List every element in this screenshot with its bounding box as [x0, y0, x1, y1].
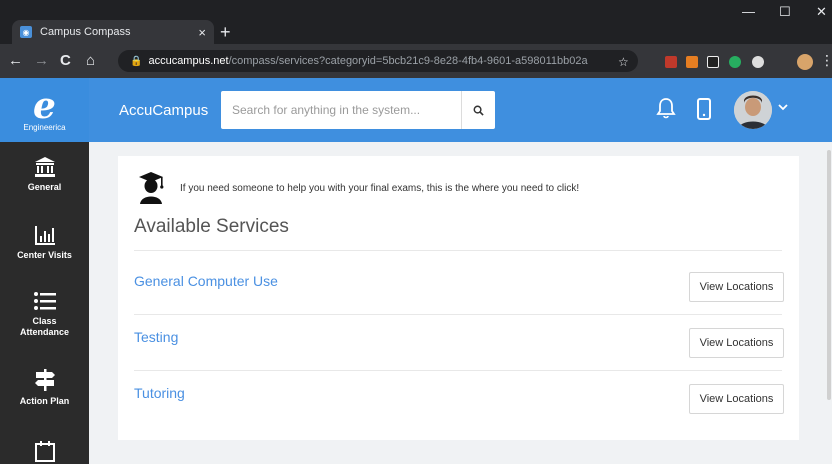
sidebar-item-label: Class Attendance	[19, 316, 69, 337]
sidebar-item-label: Center Visits	[17, 250, 72, 260]
address-bar[interactable]: 🔒 accucampus.net/compass/services?catego…	[118, 50, 638, 72]
search-icon	[473, 105, 484, 116]
graduation-cap-icon	[139, 172, 164, 204]
search-button[interactable]	[461, 91, 495, 129]
scrollbar-thumb[interactable]	[827, 150, 831, 400]
brand-name[interactable]: AccuCampus	[119, 102, 208, 119]
search-input[interactable]	[221, 91, 461, 129]
browser-toolbar: ← → C ⌂ 🔒 accucampus.net/compass/service…	[0, 44, 832, 78]
extension-icon[interactable]	[686, 56, 698, 68]
plus-extension-icon[interactable]	[707, 56, 719, 68]
tab-title: Campus Compass	[40, 26, 131, 38]
back-icon[interactable]: ←	[8, 52, 23, 69]
sidebar-item-label: General	[27, 182, 62, 192]
logo[interactable]: e Engineerica	[0, 78, 89, 142]
divider	[134, 250, 782, 251]
mobile-icon[interactable]	[697, 98, 711, 120]
calendar-icon	[34, 441, 55, 462]
list-icon	[33, 292, 56, 310]
browser-tab[interactable]: ◉ Campus Compass ×	[12, 20, 214, 44]
logo-text: Engineerica	[23, 122, 66, 132]
view-locations-button[interactable]: View Locations	[689, 328, 784, 358]
notice-text: If you need someone to help you with you…	[180, 183, 580, 194]
new-tab-icon[interactable]: +	[220, 22, 231, 42]
sidebar: e Engineerica General Center Visits Clas…	[0, 78, 89, 464]
url-path: /compass/services?categoryid=5bcb21c9-8e…	[228, 55, 588, 67]
bar-chart-icon	[34, 226, 55, 245]
sidebar-item-label: Action Plan	[19, 396, 70, 406]
service-link-tutoring[interactable]: Tutoring	[134, 385, 185, 401]
service-link-general-computer-use[interactable]: General Computer Use	[134, 273, 278, 289]
view-locations-button[interactable]: View Locations	[689, 384, 784, 414]
page-title: Available Services	[134, 216, 289, 237]
divider	[134, 370, 782, 371]
sidebar-item-action-plan[interactable]: Action Plan	[0, 368, 89, 407]
bookmark-star-icon[interactable]: ☆	[618, 55, 629, 69]
services-card: If you need someone to help you with you…	[118, 156, 799, 440]
minimize-icon[interactable]: —	[742, 4, 755, 19]
favicon-icon: ◉	[20, 26, 32, 38]
forward-icon[interactable]: →	[34, 52, 49, 69]
divider	[134, 314, 782, 315]
sidebar-item-general[interactable]: General	[0, 156, 89, 193]
bell-icon[interactable]	[656, 97, 676, 119]
search-box	[221, 91, 495, 129]
sidebar-item-class-attendance[interactable]: Class Attendance	[0, 290, 89, 338]
profile-avatar-icon[interactable]	[797, 54, 813, 70]
home-icon[interactable]: ⌂	[86, 52, 95, 69]
reload-icon[interactable]: C	[60, 52, 71, 69]
menu-kebab-icon[interactable]: ⋮	[820, 52, 832, 69]
sidebar-item-calendar[interactable]	[0, 440, 89, 462]
pdf-extension-icon[interactable]	[665, 56, 677, 68]
signpost-icon	[34, 369, 55, 391]
window-close-icon[interactable]: ✕	[816, 4, 827, 20]
maximize-icon[interactable]: ☐	[779, 4, 791, 20]
bank-icon	[34, 157, 55, 177]
grammarly-extension-icon[interactable]	[729, 56, 741, 68]
tab-close-icon[interactable]: ×	[198, 25, 206, 40]
screen: ◉ Campus Compass × + — ☐ ✕ ← → C ⌂ 🔒 acc…	[0, 0, 832, 464]
url-host: accucampus.net	[148, 55, 229, 67]
service-link-testing[interactable]: Testing	[134, 329, 178, 345]
chevron-down-icon[interactable]	[777, 101, 789, 113]
app-header: AccuCampus	[89, 78, 832, 142]
view-locations-button[interactable]: View Locations	[689, 272, 784, 302]
browser-tabstrip: ◉ Campus Compass × + — ☐ ✕	[0, 0, 832, 44]
logo-mark: e	[33, 84, 56, 127]
lock-icon: 🔒	[130, 55, 143, 67]
user-avatar[interactable]	[734, 91, 772, 129]
sidebar-item-center-visits[interactable]: Center Visits	[0, 224, 89, 261]
w-extension-icon[interactable]	[752, 56, 764, 68]
user-photo-icon	[734, 91, 772, 129]
